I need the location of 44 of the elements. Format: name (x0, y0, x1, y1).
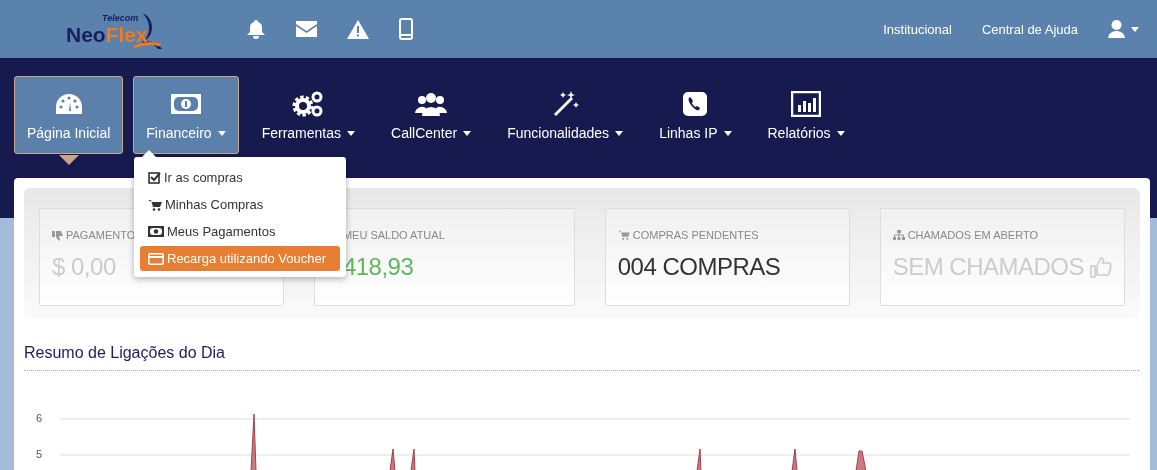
sitemap-icon (892, 230, 905, 240)
caret-icon (1131, 26, 1139, 32)
menu-item[interactable]: Minhas Compras (140, 192, 340, 217)
cart-icon (148, 198, 162, 211)
nav-tab[interactable]: Funcionalidades (494, 76, 637, 154)
nav-tab[interactable]: Relatórios (754, 76, 858, 154)
menu-item[interactable]: Ir as compras (140, 165, 340, 190)
checkbox-icon (148, 171, 161, 184)
logo-text: NeoFlex (66, 23, 148, 47)
warning-icon[interactable] (347, 19, 369, 39)
cart-icon (617, 230, 630, 240)
stat-value: 004 COMPRAS (617, 253, 781, 281)
user-menu[interactable] (1108, 20, 1139, 38)
user-icon (1108, 20, 1125, 38)
stat-label: PAGAMENTO (66, 229, 136, 241)
nav-tab[interactable]: Financeiro (133, 76, 239, 154)
chart-title: Resumo de Ligações do Dia (24, 344, 1140, 371)
mobile-phone-icon[interactable] (399, 18, 413, 40)
bell-icon[interactable] (246, 19, 266, 39)
y-tick-label: 5 (36, 448, 43, 460)
users-icon (415, 91, 448, 117)
header-link[interactable]: Institucional (883, 21, 952, 37)
thumbs-up-icon (1090, 256, 1112, 278)
stat-value: 418,93 (342, 253, 414, 281)
banknote-icon (148, 226, 164, 237)
nav-tab[interactable]: CallCenter (378, 76, 485, 154)
phone-icon (682, 91, 709, 117)
bar-chart-icon (791, 91, 821, 117)
nav-tab[interactable]: Linhas IP (646, 76, 745, 154)
logo-subtitle: Telecom (102, 13, 139, 23)
nav-tab[interactable]: Página Inicial (14, 76, 124, 154)
banknote-icon (169, 93, 202, 115)
logo[interactable]: Telecom NeoFlex (64, 5, 166, 53)
thumbs-down-icon (52, 229, 63, 241)
stat-label: CHAMADOS EM ABERTO (907, 229, 1039, 241)
stat-label: COMPRAS PENDENTES (632, 229, 759, 241)
gauge-icon (53, 92, 84, 116)
credit-card-icon (148, 252, 164, 265)
envelope-icon[interactable] (296, 21, 317, 37)
menu-item[interactable]: Meus Pagamentos (140, 219, 340, 244)
header-link[interactable]: Central de Ajuda (981, 21, 1078, 37)
gears-icon (292, 90, 325, 118)
nav-tab[interactable]: Ferramentas (248, 76, 368, 154)
y-tick-label: 6 (36, 412, 43, 424)
